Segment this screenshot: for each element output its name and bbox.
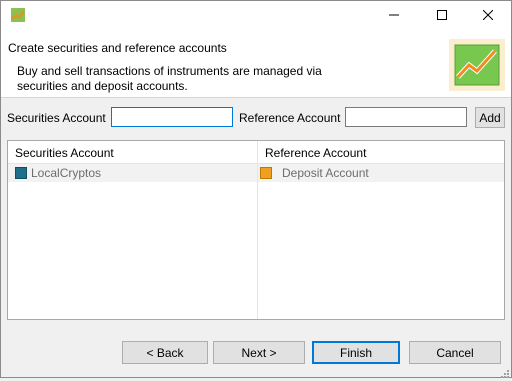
maximize-icon — [437, 9, 447, 23]
securities-column-header-label: Securities Account — [15, 146, 114, 160]
securities-account-icon — [15, 167, 27, 179]
resize-grip-icon[interactable] — [501, 367, 509, 378]
reference-column-header[interactable]: Reference Account — [258, 141, 504, 164]
reference-column: Reference Account Deposit Account — [258, 141, 504, 319]
maximize-button[interactable] — [419, 1, 465, 31]
back-button[interactable]: < Back — [122, 341, 208, 364]
close-button[interactable] — [465, 1, 511, 31]
reference-column-header-label: Reference Account — [265, 146, 367, 160]
wizard-chart-icon — [449, 39, 505, 91]
close-icon — [482, 9, 494, 23]
title-bar — [1, 1, 511, 31]
app-chart-icon — [11, 8, 25, 22]
cancel-button[interactable]: Cancel — [409, 341, 501, 364]
minimize-button[interactable] — [371, 1, 417, 31]
securities-account-label: Securities Account — [7, 111, 106, 125]
reference-account-label: Reference Account — [239, 111, 341, 125]
table-row[interactable]: LocalCryptos — [8, 164, 257, 182]
deposit-account-icon — [260, 167, 272, 179]
wizard-window: Create securities and reference accounts… — [0, 0, 512, 378]
reference-account-input[interactable] — [345, 107, 467, 127]
deposit-account-name: Deposit Account — [282, 166, 369, 180]
table-row[interactable]: Deposit Account — [258, 164, 504, 182]
securities-column-header[interactable]: Securities Account — [8, 141, 257, 164]
add-button[interactable]: Add — [475, 107, 505, 128]
next-button[interactable]: Next > — [213, 341, 305, 364]
accounts-table: Securities Account LocalCryptos Referenc… — [7, 140, 505, 320]
securities-account-name: LocalCryptos — [31, 166, 102, 180]
securities-column: Securities Account LocalCryptos — [8, 141, 258, 319]
wizard-header: Create securities and reference accounts… — [1, 31, 511, 98]
minimize-icon — [389, 9, 399, 23]
finish-button[interactable]: Finish — [312, 341, 400, 364]
page-description: Buy and sell transactions of instruments… — [17, 64, 322, 93]
page-title: Create securities and reference accounts — [8, 41, 227, 55]
securities-account-input[interactable] — [111, 107, 233, 127]
